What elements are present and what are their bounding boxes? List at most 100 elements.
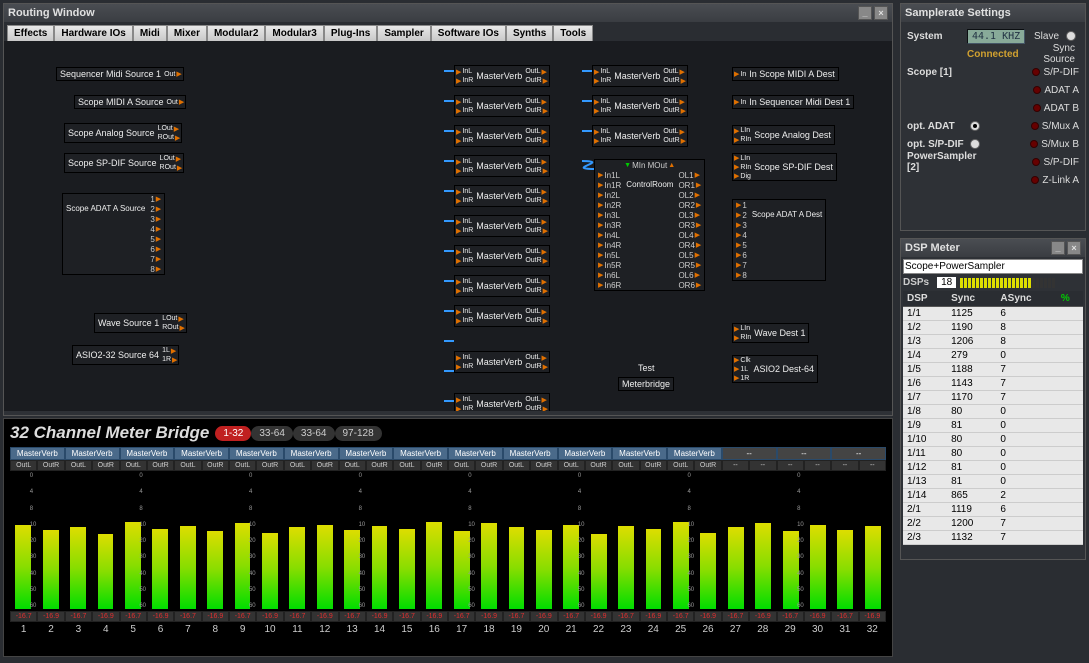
module-scope-analog-dest[interactable]: ▶LIn▶RInScope Analog Dest: [732, 125, 835, 145]
tab-modular2[interactable]: Modular2: [207, 25, 265, 41]
opt-radio[interactable]: [970, 139, 980, 149]
module-masterverb[interactable]: ▶InL▶InRMasterVerbOutL▶OutR▶: [592, 125, 688, 147]
samplerate-titlebar[interactable]: Samplerate Settings: [901, 4, 1085, 22]
range-button-1-32[interactable]: 1-32: [215, 426, 251, 441]
table-row[interactable]: 1/13810: [903, 475, 1083, 489]
channel-label[interactable]: MasterVerb: [174, 447, 229, 460]
module-adat-source[interactable]: Scope ADAT A Source1▶2▶3▶4▶5▶6▶7▶8▶: [62, 193, 165, 275]
tab-sampler[interactable]: Sampler: [377, 25, 430, 41]
slave-toggle[interactable]: [1066, 31, 1076, 41]
module-masterverb[interactable]: ▶InL▶InRMasterVerbOutL▶OutR▶: [454, 215, 550, 237]
channel-label[interactable]: --: [831, 447, 886, 460]
module-sequencer-midi-source-1[interactable]: Sequencer Midi Source 1Out▶: [56, 67, 184, 81]
table-row[interactable]: 1/711707: [903, 391, 1083, 405]
module-wave-source-1[interactable]: Wave Source 1LOut▶ROut▶: [94, 313, 187, 333]
close-icon[interactable]: ×: [1067, 241, 1081, 255]
channel-label[interactable]: MasterVerb: [393, 447, 448, 460]
channel-label[interactable]: MasterVerb: [667, 447, 722, 460]
module-masterverb[interactable]: ▶InL▶InRMasterVerbOutL▶OutR▶: [454, 305, 550, 327]
range-button-33-64[interactable]: 33-64: [251, 426, 293, 441]
table-row[interactable]: 1/12810: [903, 461, 1083, 475]
tab-effects[interactable]: Effects: [7, 25, 54, 41]
module-masterverb[interactable]: ▶InL▶InRMasterVerbOutL▶OutR▶: [454, 245, 550, 267]
sync-led[interactable]: [1031, 176, 1039, 184]
module-scope-analog-source[interactable]: Scope Analog SourceLOut▶ROut▶: [64, 123, 182, 143]
minimize-icon[interactable]: _: [858, 6, 872, 20]
tab-mixer[interactable]: Mixer: [167, 25, 207, 41]
module-masterverb[interactable]: ▶InL▶InRMasterVerbOutL▶OutR▶: [454, 125, 550, 147]
module-masterverb[interactable]: ▶InL▶InRMasterVerbOutL▶OutR▶: [454, 275, 550, 297]
module-masterverb[interactable]: ▶InL▶InRMasterVerbOutL▶OutR▶: [592, 65, 688, 87]
module-adat-dest[interactable]: ▶1▶2▶3▶4▶5▶6▶7▶8Scope ADAT A Dest: [732, 199, 826, 281]
module-scope-sp-dif-dest[interactable]: ▶LIn▶RIn▶DigScope SP-DIF Dest: [732, 153, 837, 181]
tab-synths[interactable]: Synths: [506, 25, 553, 41]
sync-led[interactable]: [1030, 140, 1038, 148]
tab-hardware-ios[interactable]: Hardware IOs: [54, 25, 132, 41]
channel-label[interactable]: MasterVerb: [558, 447, 613, 460]
module-meterbridge[interactable]: Meterbridge: [618, 377, 674, 391]
module-wave-dest-1[interactable]: ▶LIn▶RInWave Dest 1: [732, 323, 809, 343]
dspmeter-device-input[interactable]: [903, 259, 1083, 274]
dsp-col-header[interactable]: ASync: [996, 291, 1056, 307]
tab-tools[interactable]: Tools: [553, 25, 593, 41]
minimize-icon[interactable]: _: [1051, 241, 1065, 255]
range-button-97-128[interactable]: 97-128: [335, 426, 382, 441]
table-row[interactable]: 2/111196: [903, 503, 1083, 517]
sync-led[interactable]: [1033, 104, 1041, 112]
channel-label[interactable]: MasterVerb: [10, 447, 65, 460]
channel-label[interactable]: --: [722, 447, 777, 460]
module-asio2-32-source-64[interactable]: ASIO2-32 Source 641L▶1R▶: [72, 345, 179, 365]
opt-radio[interactable]: [970, 121, 980, 131]
module-asio2-dest-64[interactable]: ▶Clk▶1L▶1RASIO2 Dest-64: [732, 355, 818, 383]
table-row[interactable]: 1/10800: [903, 433, 1083, 447]
module-masterverb[interactable]: ▶InL▶InRMasterVerbOutL▶OutR▶: [454, 185, 550, 207]
table-row[interactable]: 1/42790: [903, 349, 1083, 363]
module-scope-sp-dif-source[interactable]: Scope SP-DIF SourceLOut▶ROut▶: [64, 153, 184, 173]
module-masterverb[interactable]: ▶InL▶InRMasterVerbOutL▶OutR▶: [454, 155, 550, 177]
dspmeter-titlebar[interactable]: DSP Meter _ ×: [901, 239, 1085, 257]
table-row[interactable]: 1/11800: [903, 447, 1083, 461]
channel-label[interactable]: MasterVerb: [229, 447, 284, 460]
table-row[interactable]: 2/311327: [903, 531, 1083, 545]
sync-led[interactable]: [1033, 86, 1041, 94]
table-row[interactable]: 1/312068: [903, 335, 1083, 349]
channel-label[interactable]: MasterVerb: [65, 447, 120, 460]
module-masterverb[interactable]: ▶InL▶InRMasterVerbOutL▶OutR▶: [454, 351, 550, 373]
channel-label[interactable]: MasterVerb: [339, 447, 394, 460]
table-row[interactable]: 1/111256: [903, 307, 1083, 321]
channel-label[interactable]: MasterVerb: [120, 447, 175, 460]
table-row[interactable]: 1/148652: [903, 489, 1083, 503]
module-in-scope-midi-a-dest[interactable]: ▶InIn Scope MIDI A Dest: [732, 67, 839, 81]
close-icon[interactable]: ×: [874, 6, 888, 20]
module-masterverb[interactable]: ▶InL▶InRMasterVerbOutL▶OutR▶: [454, 65, 550, 87]
range-button-33-64[interactable]: 33-64: [293, 426, 335, 441]
channel-label[interactable]: MasterVerb: [612, 447, 667, 460]
table-row[interactable]: 1/511887: [903, 363, 1083, 377]
table-row[interactable]: 2/212007: [903, 517, 1083, 531]
routing-titlebar[interactable]: Routing Window _ ×: [4, 4, 892, 22]
channel-label[interactable]: --: [777, 447, 832, 460]
module-masterverb[interactable]: ▶InL▶InRMasterVerbOutL▶OutR▶: [592, 95, 688, 117]
sync-led[interactable]: [1031, 122, 1039, 130]
module-masterverb[interactable]: ▶InL▶InRMasterVerbOutL▶OutR▶: [454, 95, 550, 117]
channel-label[interactable]: MasterVerb: [284, 447, 339, 460]
module-controlroom[interactable]: ▼MIn MOut▲▶In1L▶In1R▶In2L▶In2R▶In3L▶In3R…: [594, 159, 705, 291]
table-row[interactable]: 1/611437: [903, 377, 1083, 391]
sync-led[interactable]: [1032, 68, 1040, 76]
tab-software-ios[interactable]: Software IOs: [431, 25, 506, 41]
table-row[interactable]: 1/9810: [903, 419, 1083, 433]
tab-midi[interactable]: Midi: [133, 25, 167, 41]
channel-label[interactable]: MasterVerb: [448, 447, 503, 460]
channel-label[interactable]: MasterVerb: [503, 447, 558, 460]
module-in-sequencer-midi-dest-1[interactable]: ▶InIn Sequencer Midi Dest 1: [732, 95, 854, 109]
dsp-col-header[interactable]: DSP: [903, 291, 947, 307]
routing-canvas[interactable]: Sequencer Midi Source 1Out▶ Scope MIDI A …: [4, 41, 892, 411]
tab-plug-ins[interactable]: Plug-Ins: [324, 25, 377, 41]
module-masterverb[interactable]: ▶InL▶InRMasterVerbOutL▶OutR▶: [454, 393, 550, 411]
module-scope-midi-a-source[interactable]: Scope MIDI A SourceOut▶: [74, 95, 186, 109]
dsp-col-header[interactable]: %: [1057, 291, 1083, 307]
dsp-col-header[interactable]: Sync: [947, 291, 996, 307]
sync-led[interactable]: [1032, 158, 1040, 166]
table-row[interactable]: 1/8800: [903, 405, 1083, 419]
tab-modular3[interactable]: Modular3: [265, 25, 323, 41]
